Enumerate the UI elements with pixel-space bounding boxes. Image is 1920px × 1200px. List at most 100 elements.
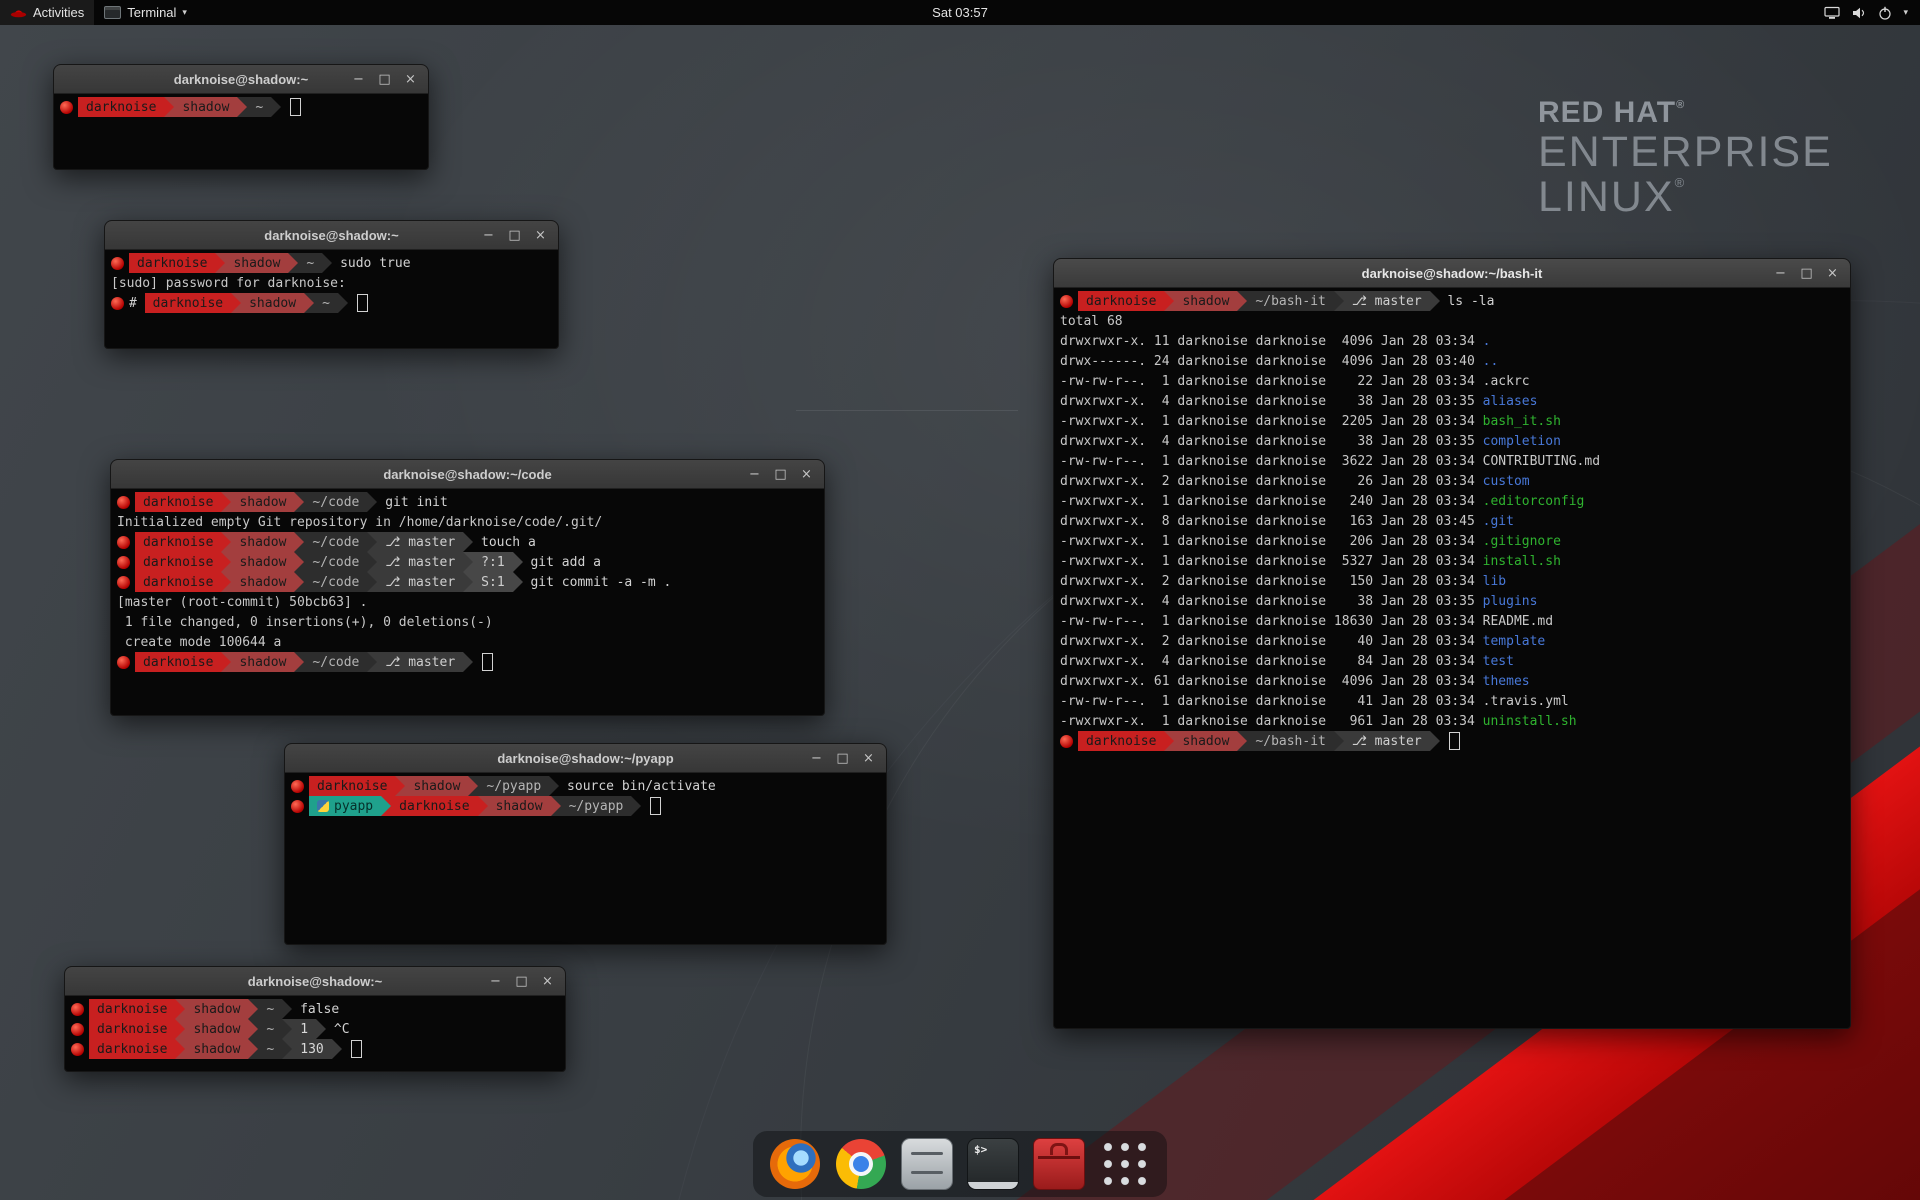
terminal-window[interactable]: darknoise@shadow:~/pyapp−□×darknoiseshad… bbox=[284, 743, 887, 945]
output-text: total 68 bbox=[1060, 314, 1123, 329]
file-name: lib bbox=[1483, 574, 1506, 589]
terminal-window[interactable]: darknoise@shadow:~−□×darknoiseshadow~ su… bbox=[104, 220, 559, 349]
powerline-arrow bbox=[164, 97, 174, 117]
output-text: drwxrwxr-x. 2 darknoise darknoise 26 Jan… bbox=[1060, 474, 1483, 489]
dock-item-toolbox[interactable] bbox=[1033, 1138, 1085, 1190]
output-text: -rwxrwxr-x. 1 darknoise darknoise 240 Ja… bbox=[1060, 494, 1483, 509]
command-text: source bin/activate bbox=[559, 779, 716, 794]
prompt-segment-host: shadow bbox=[225, 253, 288, 273]
redhat-prompt-icon bbox=[71, 1043, 84, 1056]
dock-item-terminal[interactable] bbox=[967, 1138, 1019, 1190]
terminal-line: darknoiseshadow~1 ^C bbox=[71, 1019, 559, 1039]
dock-item-files[interactable] bbox=[901, 1138, 953, 1190]
window-buttons: −□ × bbox=[482, 228, 558, 243]
prompt-segment-git: ⎇ master bbox=[377, 652, 463, 672]
terminal-line: -rwxrwxr-x. 1 darknoise darknoise 2205 J… bbox=[1060, 411, 1844, 431]
prompt-segment-user: darknoise bbox=[1078, 731, 1164, 751]
maximize-button[interactable]: □ bbox=[378, 72, 391, 87]
terminal-line: -rwxrwxr-x. 1 darknoise darknoise 206 Ja… bbox=[1060, 531, 1844, 551]
terminal-window[interactable]: darknoise@shadow:~/code−□×darknoiseshado… bbox=[110, 459, 825, 716]
activities-button[interactable]: Activities bbox=[0, 0, 94, 25]
minimize-button[interactable]: − bbox=[748, 467, 761, 482]
file-name: completion bbox=[1483, 434, 1561, 449]
prompt-segment-path: ~ bbox=[298, 253, 322, 273]
powerline-arrow bbox=[1237, 731, 1247, 751]
window-titlebar[interactable]: darknoise@shadow:~−□× bbox=[105, 221, 558, 250]
output-text: 1 file changed, 0 insertions(+), 0 delet… bbox=[117, 615, 493, 630]
terminal-content[interactable]: darknoiseshadow~ falsedarknoiseshadow~1 … bbox=[65, 996, 565, 1071]
file-name: .travis.yml bbox=[1483, 694, 1569, 709]
output-text: -rw-rw-r--. 1 darknoise darknoise 3622 J… bbox=[1060, 454, 1483, 469]
terminal-window[interactable]: darknoise@shadow:~/bash-it−□×darknoisesh… bbox=[1053, 258, 1851, 1029]
window-titlebar[interactable]: darknoise@shadow:~−□× bbox=[54, 65, 428, 94]
maximize-button[interactable]: □ bbox=[774, 467, 787, 482]
terminal-line: -rwxrwxr-x. 1 darknoise darknoise 5327 J… bbox=[1060, 551, 1844, 571]
file-name: CONTRIBUTING.md bbox=[1483, 454, 1600, 469]
powerline-arrow bbox=[221, 552, 231, 572]
volume-icon bbox=[1851, 6, 1867, 20]
terminal-window[interactable]: darknoise@shadow:~−□×darknoiseshadow~ bbox=[53, 64, 429, 170]
prompt-segment-user: darknoise bbox=[135, 492, 221, 512]
prompt-segment-user: darknoise bbox=[135, 552, 221, 572]
command-text: git init bbox=[377, 495, 447, 510]
window-titlebar[interactable]: darknoise@shadow:~/pyapp−□× bbox=[285, 744, 886, 773]
powerline-arrow bbox=[271, 97, 281, 117]
terminal-content[interactable]: darknoiseshadow~ bbox=[54, 94, 428, 169]
window-titlebar[interactable]: darknoise@shadow:~/code−□× bbox=[111, 460, 824, 489]
close-button[interactable]: × bbox=[800, 467, 813, 482]
window-titlebar[interactable]: darknoise@shadow:~−□× bbox=[65, 967, 565, 996]
output-text: create mode 100644 a bbox=[117, 635, 281, 650]
maximize-button[interactable]: □ bbox=[508, 228, 521, 243]
terminal-content[interactable]: darknoiseshadow~/bash-it⎇ master ls -lat… bbox=[1054, 288, 1850, 1028]
minimize-button[interactable]: − bbox=[352, 72, 365, 87]
powerline-arrow bbox=[294, 552, 304, 572]
redhat-prompt-icon bbox=[111, 257, 124, 270]
maximize-button[interactable]: □ bbox=[1800, 266, 1813, 281]
app-menu-button[interactable]: Terminal ▾ bbox=[94, 0, 197, 25]
powerline-arrow bbox=[463, 652, 473, 672]
powerline-arrow bbox=[463, 572, 473, 592]
dock-item-chrome[interactable] bbox=[835, 1138, 887, 1190]
prompt-segment-code: 130 bbox=[292, 1039, 331, 1059]
firefox-icon bbox=[770, 1139, 820, 1189]
powerline-arrow bbox=[215, 253, 225, 273]
maximize-button[interactable]: □ bbox=[515, 974, 528, 989]
terminal-content[interactable]: darknoiseshadow~/pyapp source bin/activa… bbox=[285, 773, 886, 944]
clock[interactable]: Sat 03:57 bbox=[932, 5, 988, 20]
prompt-segment-host: shadow bbox=[231, 492, 294, 512]
file-name: .. bbox=[1483, 354, 1499, 369]
prompt-segment-user: darknoise bbox=[1078, 291, 1164, 311]
maximize-button[interactable]: □ bbox=[836, 751, 849, 766]
close-button[interactable]: × bbox=[1826, 266, 1839, 281]
minimize-button[interactable]: − bbox=[810, 751, 823, 766]
terminal-line: -rw-rw-r--. 1 darknoise darknoise 18630 … bbox=[1060, 611, 1844, 631]
terminal-content[interactable]: darknoiseshadow~ sudo true[sudo] passwor… bbox=[105, 250, 558, 348]
powerline-arrow bbox=[1430, 731, 1440, 751]
window-titlebar[interactable]: darknoise@shadow:~/bash-it−□× bbox=[1054, 259, 1850, 288]
files-icon bbox=[901, 1138, 953, 1190]
terminal-window[interactable]: darknoise@shadow:~−□×darknoiseshadow~ fa… bbox=[64, 966, 566, 1072]
dock-item-firefox[interactable] bbox=[769, 1138, 821, 1190]
minimize-button[interactable]: − bbox=[489, 974, 502, 989]
terminal-content[interactable]: darknoiseshadow~/code git initInitialize… bbox=[111, 489, 824, 715]
close-button[interactable]: × bbox=[534, 228, 547, 243]
terminal-line: -rw-rw-r--. 1 darknoise darknoise 22 Jan… bbox=[1060, 371, 1844, 391]
system-status-area[interactable]: ▾ bbox=[1812, 0, 1920, 25]
output-text: drwxrwxr-x. 2 darknoise darknoise 150 Ja… bbox=[1060, 574, 1483, 589]
minimize-button[interactable]: − bbox=[1774, 266, 1787, 281]
powerline-arrow bbox=[304, 293, 314, 313]
terminal-cursor bbox=[482, 653, 493, 671]
powerline-arrow bbox=[282, 1019, 292, 1039]
dock-item-app-grid[interactable] bbox=[1099, 1138, 1151, 1190]
output-text: drwxrwxr-x. 2 darknoise darknoise 40 Jan… bbox=[1060, 634, 1483, 649]
powerline-arrow bbox=[463, 532, 473, 552]
prompt-segment-user: darknoise bbox=[135, 572, 221, 592]
close-button[interactable]: × bbox=[541, 974, 554, 989]
display-icon bbox=[1824, 6, 1840, 20]
terminal-app-icon bbox=[104, 6, 121, 19]
close-button[interactable]: × bbox=[404, 72, 417, 87]
minimize-button[interactable]: − bbox=[482, 228, 495, 243]
python-icon bbox=[317, 800, 329, 812]
close-button[interactable]: × bbox=[862, 751, 875, 766]
powerline-arrow bbox=[294, 572, 304, 592]
